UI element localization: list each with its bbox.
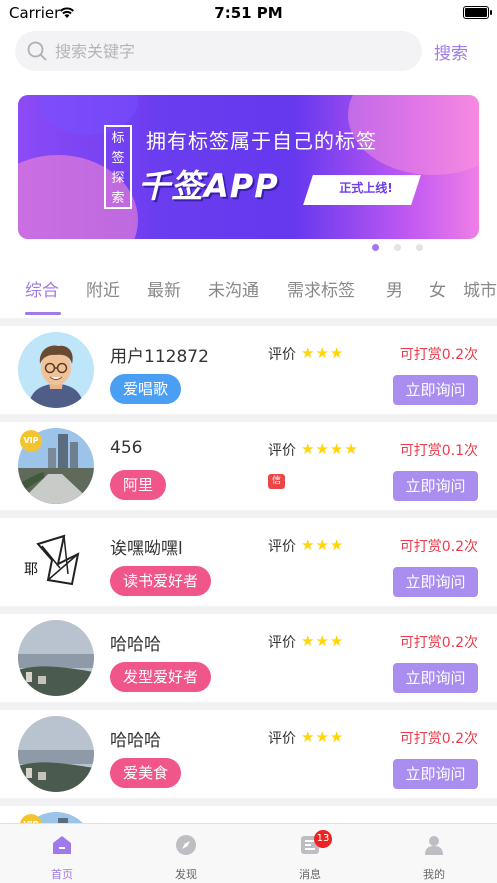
list-item[interactable]: 耶 诶嘿呦嘿l 读书爱好者 评价 ★★★ 可打赏0.2次 立即询问 — [0, 518, 497, 606]
star-icon: ★ — [315, 536, 329, 554]
ask-now-button[interactable]: 立即询问 — [393, 471, 478, 501]
ask-now-button[interactable]: 立即询问 — [393, 663, 478, 693]
tabbar-label: 发现 — [175, 868, 197, 881]
search-icon — [27, 41, 47, 65]
list-item[interactable]: 哈哈哈 发型爱好者 评价 ★★★ 可打赏0.2次 立即询问 — [0, 614, 497, 702]
star-icon: ★ — [315, 728, 329, 746]
rating-stars: ★★★★ — [301, 439, 359, 458]
star-icon: ★ — [315, 344, 329, 362]
interest-tag[interactable]: 阿里 — [110, 470, 167, 500]
ask-now-button[interactable]: 立即询问 — [393, 759, 478, 789]
list-item[interactable]: VIP 456 阿里 评价 ★★★★ 信 可打赏0.1次 立即询问 — [0, 422, 497, 510]
star-icon: ★ — [329, 728, 344, 746]
tab-all[interactable]: 综合 — [25, 276, 59, 301]
tab-latest[interactable]: 最新 — [147, 276, 181, 301]
tab-female[interactable]: 女 — [429, 276, 446, 301]
bottom-tab-bar: 首页 发现 13 消息 我的 — [0, 823, 497, 883]
reward-count: 可打赏0.2次 — [399, 347, 478, 363]
star-icon: ★ — [315, 632, 329, 650]
search-box — [15, 31, 422, 71]
page-dot[interactable] — [394, 244, 401, 251]
search-input[interactable] — [55, 31, 415, 71]
tabbar-discover[interactable]: 发现 — [156, 834, 216, 882]
page-dot[interactable] — [372, 244, 379, 251]
rating-stars: ★★★ — [301, 631, 344, 650]
banner-slogan: 拥有标签属于自己的标签 — [146, 129, 377, 153]
tab-city[interactable]: 城市 — [463, 276, 497, 301]
reward-count: 可打赏0.1次 — [399, 443, 478, 459]
message-badge: 13 — [314, 830, 332, 848]
ask-now-button[interactable]: 立即询问 — [393, 375, 478, 405]
interest-tag[interactable]: 发型爱好者 — [110, 662, 212, 692]
rating-stars: ★★★ — [301, 727, 344, 746]
rating-label: 评价 — [268, 347, 296, 363]
home-icon — [32, 834, 92, 860]
star-icon: ★ — [301, 536, 315, 554]
tabbar-messages[interactable]: 13 消息 — [280, 830, 340, 882]
compass-icon — [156, 834, 216, 860]
tab-demand-tags[interactable]: 需求标签 — [287, 276, 355, 301]
tabbar-label: 我的 — [423, 868, 445, 881]
rating-stars: ★★★ — [301, 343, 344, 362]
rating-stars: ★★★ — [301, 535, 344, 554]
star-icon: ★ — [344, 440, 358, 458]
star-icon: ★ — [329, 536, 344, 554]
status-bar: Carrier 7:51 PM — [0, 0, 497, 26]
banner-ribbon-text: 正式上线! — [339, 181, 393, 195]
promo-banner[interactable]: 标签探索 拥有标签属于自己的标签 千签APP 正式上线! — [18, 95, 479, 239]
user-name: 哈哈哈 — [110, 731, 161, 751]
tabbar-label: 首页 — [51, 868, 73, 881]
status-time: 7:51 PM — [214, 4, 283, 22]
star-icon: ★ — [301, 440, 315, 458]
interest-tag[interactable]: 读书爱好者 — [110, 566, 212, 596]
tabbar-label: 消息 — [299, 868, 321, 881]
svg-text:耶: 耶 — [24, 562, 38, 578]
user-name: 诶嘿呦嘿l — [110, 539, 183, 559]
profile-icon — [404, 834, 464, 860]
reward-count: 可打赏0.2次 — [399, 635, 478, 651]
avatar[interactable] — [18, 716, 94, 792]
banner-page-indicator — [372, 236, 438, 255]
star-icon: ★ — [329, 344, 344, 362]
star-icon: ★ — [329, 440, 344, 458]
avatar[interactable] — [18, 620, 94, 696]
tab-active-indicator — [25, 312, 61, 315]
star-icon: ★ — [301, 632, 315, 650]
search-button[interactable]: 搜索 — [434, 39, 468, 64]
avatar[interactable]: 耶 — [18, 524, 94, 600]
interest-tag[interactable]: 爱唱歌 — [110, 374, 182, 404]
banner-title: 千签APP — [138, 167, 279, 205]
tabbar-home[interactable]: 首页 — [32, 834, 92, 882]
vip-badge: VIP — [20, 430, 42, 452]
user-name: 456 — [110, 438, 143, 458]
page-dot[interactable] — [416, 244, 423, 251]
tab-not-contacted[interactable]: 未沟通 — [208, 276, 259, 301]
battery-icon — [463, 6, 492, 19]
list-item[interactable]: 哈哈哈 爱美食 评价 ★★★ 可打赏0.2次 立即询问 — [0, 710, 497, 798]
star-icon: ★ — [315, 440, 329, 458]
user-name: 用户112872 — [110, 347, 209, 367]
rating-label: 评价 — [268, 539, 296, 555]
banner-tag-box: 标签探索 — [104, 125, 132, 209]
header: 搜索 标签探索 拥有标签属于自己的标签 千签APP 正式上线! 综合 附近 最新… — [0, 26, 497, 318]
reward-count: 可打赏0.2次 — [399, 731, 478, 747]
star-icon: ★ — [301, 728, 315, 746]
rating-label: 评价 — [268, 635, 296, 651]
tabbar-profile[interactable]: 我的 — [404, 834, 464, 882]
avatar[interactable] — [18, 332, 94, 408]
rating-label: 评价 — [268, 443, 296, 459]
credit-badge: 信 — [268, 474, 285, 489]
reward-count: 可打赏0.2次 — [399, 539, 478, 555]
star-icon: ★ — [329, 632, 344, 650]
category-tabs: 综合 附近 最新 未沟通 需求标签 男 女 城市 — [0, 272, 497, 318]
tab-nearby[interactable]: 附近 — [86, 276, 120, 301]
list-item[interactable]: 用户112872 爱唱歌 评价 ★★★ 可打赏0.2次 立即询问 — [0, 326, 497, 414]
user-name: 哈哈哈 — [110, 635, 161, 655]
rating-label: 评价 — [268, 731, 296, 747]
star-icon: ★ — [301, 344, 315, 362]
interest-tag[interactable]: 爱美食 — [110, 758, 182, 788]
ask-now-button[interactable]: 立即询问 — [393, 567, 478, 597]
tab-male[interactable]: 男 — [386, 276, 403, 301]
